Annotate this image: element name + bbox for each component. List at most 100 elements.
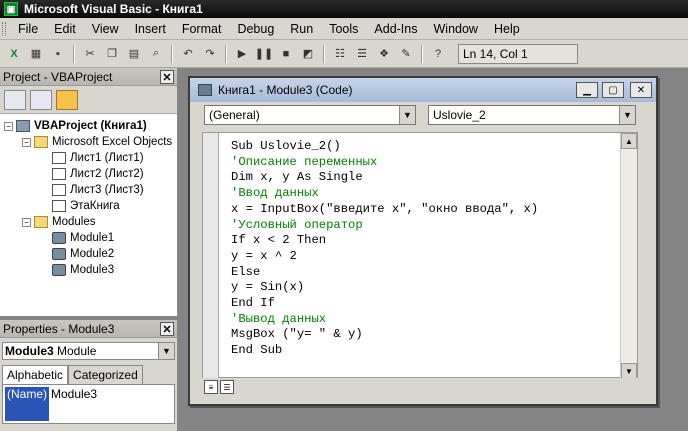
property-name[interactable]: (Name) — [5, 387, 50, 421]
project-title: Project - VBAProject — [3, 69, 113, 84]
insert-module-icon[interactable]: ▦ — [26, 44, 46, 64]
code-combos: (General) ▼ Uslovie_2 ▼ — [190, 102, 656, 128]
menu-format[interactable]: Format — [174, 22, 230, 36]
tree-node[interactable]: − VBAProject (Книга1) — [0, 118, 177, 134]
sheet-icon — [52, 200, 66, 212]
code-editor[interactable]: Sub Uslovie_2() 'Описание переменных Dim x… — [202, 132, 638, 379]
code-line[interactable]: Else — [231, 265, 538, 281]
title-bar: ▣ Microsoft Visual Basic - Книга1 — [0, 0, 688, 18]
menu-help[interactable]: Help — [486, 22, 528, 36]
module-icon — [198, 84, 212, 96]
design-mode-icon[interactable]: ◩ — [298, 44, 318, 64]
tree-node[interactable]: Лист2 (Лист2) — [0, 166, 177, 182]
code-line[interactable]: y = Sin(x) — [231, 280, 538, 296]
excel-icon[interactable]: X — [4, 44, 24, 64]
code-line[interactable]: Dim x, y As Single — [231, 170, 538, 186]
run-icon[interactable]: ▶ — [232, 44, 252, 64]
full-module-view-icon[interactable]: ☰ — [220, 380, 234, 394]
help-icon[interactable]: ? — [428, 44, 448, 64]
code-line[interactable]: 'Условный оператор — [231, 218, 538, 234]
code-line[interactable]: End If — [231, 296, 538, 312]
properties-grid: (Name) Module3 — [2, 384, 175, 424]
code-line[interactable]: End Sub — [231, 343, 538, 359]
object-selector[interactable]: Module3 Module ▼ — [2, 342, 175, 360]
tree-expander-icon[interactable]: − — [4, 121, 13, 131]
close-icon[interactable]: ✕ — [160, 70, 174, 84]
sheet-icon — [52, 152, 66, 164]
code-line[interactable]: y = x ^ 2 — [231, 249, 538, 265]
procedure-combo[interactable]: Uslovie_2 ▼ — [428, 105, 636, 125]
redo-icon[interactable]: ↷ — [200, 44, 220, 64]
object-browser-icon[interactable]: ❖ — [374, 44, 394, 64]
chevron-down-icon[interactable]: ▼ — [619, 106, 635, 124]
code-lines[interactable]: Sub Uslovie_2() 'Описание переменных Dim x… — [231, 139, 538, 359]
code-line[interactable]: MsgBox ("y= " & y) — [231, 327, 538, 343]
tree-expander-icon[interactable]: − — [22, 217, 31, 227]
maximize-icon[interactable]: ▢ — [602, 82, 624, 98]
tree-node[interactable]: Module2 — [0, 246, 177, 262]
scroll-up-icon[interactable]: ▲ — [621, 133, 637, 149]
menu-insert[interactable]: Insert — [127, 22, 174, 36]
break-icon[interactable]: ❚❚ — [254, 44, 274, 64]
close-icon[interactable]: ✕ — [160, 322, 174, 336]
procedure-view-icon[interactable]: ≡ — [204, 380, 218, 394]
tree-node[interactable]: ЭтаКнига — [0, 198, 177, 214]
chevron-down-icon[interactable]: ▼ — [158, 343, 174, 359]
property-value[interactable]: Module3 — [49, 387, 97, 421]
view-code-button[interactable] — [4, 89, 26, 110]
minimize-icon[interactable]: ▁ — [576, 82, 598, 98]
code-line[interactable]: x = InputBox("введите x", "окно ввода", … — [231, 202, 538, 218]
menu-run[interactable]: Run — [282, 22, 321, 36]
code-line[interactable]: Sub Uslovie_2() — [231, 139, 538, 155]
save-icon[interactable]: ▪ — [48, 44, 68, 64]
toggle-folders-button[interactable] — [56, 89, 78, 110]
tree-node[interactable]: Module1 — [0, 230, 177, 246]
project-explorer-icon[interactable]: ☷ — [330, 44, 350, 64]
code-window-titlebar: Книга1 - Module3 (Code) ▁ ▢ ✕ — [190, 78, 656, 102]
project-toolbar — [0, 86, 177, 114]
tree-node[interactable]: Лист3 (Лист3) — [0, 182, 177, 198]
chevron-down-icon[interactable]: ▼ — [399, 106, 415, 124]
menu-tools[interactable]: Tools — [321, 22, 366, 36]
menu-debug[interactable]: Debug — [229, 22, 282, 36]
tab-categorized[interactable]: Categorized — [68, 365, 143, 384]
menu-window[interactable]: Window — [426, 22, 486, 36]
vertical-scrollbar[interactable]: ▲ ▼ — [620, 133, 637, 379]
sheet-icon — [52, 184, 66, 196]
tree-expander-icon[interactable]: − — [22, 137, 31, 147]
code-line[interactable]: 'Ввод данных — [231, 186, 538, 202]
menu-addins[interactable]: Add-Ins — [366, 22, 425, 36]
paste-icon[interactable]: ▤ — [124, 44, 144, 64]
menu-file[interactable]: File — [10, 22, 46, 36]
menu-grip[interactable] — [2, 21, 6, 36]
toolbox-icon[interactable]: ✎ — [396, 44, 416, 64]
properties-tabs: Alphabetic Categorized — [0, 364, 177, 384]
cut-icon[interactable]: ✂ — [80, 44, 100, 64]
undo-icon[interactable]: ↶ — [178, 44, 198, 64]
toolbar-divider — [171, 44, 173, 63]
close-icon[interactable]: ✕ — [630, 82, 652, 98]
tree-node[interactable]: − Modules — [0, 214, 177, 230]
tree-node[interactable]: − Microsoft Excel Objects — [0, 134, 177, 150]
margin-indicator-bar[interactable] — [203, 133, 219, 379]
code-bottom-bar: ≡ ☰ — [202, 378, 638, 396]
find-icon[interactable]: ⌕ — [146, 44, 166, 64]
copy-icon[interactable]: ❐ — [102, 44, 122, 64]
tree-node[interactable]: Module3 — [0, 262, 177, 278]
code-line[interactable]: 'Вывод данных — [231, 312, 538, 328]
toolbar-divider — [323, 44, 325, 63]
module-icon — [52, 248, 66, 260]
scroll-down-icon[interactable]: ▼ — [621, 363, 637, 379]
reset-icon[interactable]: ■ — [276, 44, 296, 64]
tree-node[interactable]: Лист1 (Лист1) — [0, 150, 177, 166]
object-combo[interactable]: (General) ▼ — [204, 105, 416, 125]
menu-edit[interactable]: Edit — [46, 22, 84, 36]
object-type: Module — [57, 344, 97, 358]
code-window-title: Книга1 - Module3 (Code) — [218, 83, 353, 97]
tab-alphabetic[interactable]: Alphabetic — [2, 365, 69, 384]
code-line[interactable]: If x < 2 Then — [231, 233, 538, 249]
properties-icon[interactable]: ☰ — [352, 44, 372, 64]
code-line[interactable]: 'Описание переменных — [231, 155, 538, 171]
menu-view[interactable]: View — [84, 22, 127, 36]
view-object-button[interactable] — [30, 89, 52, 110]
